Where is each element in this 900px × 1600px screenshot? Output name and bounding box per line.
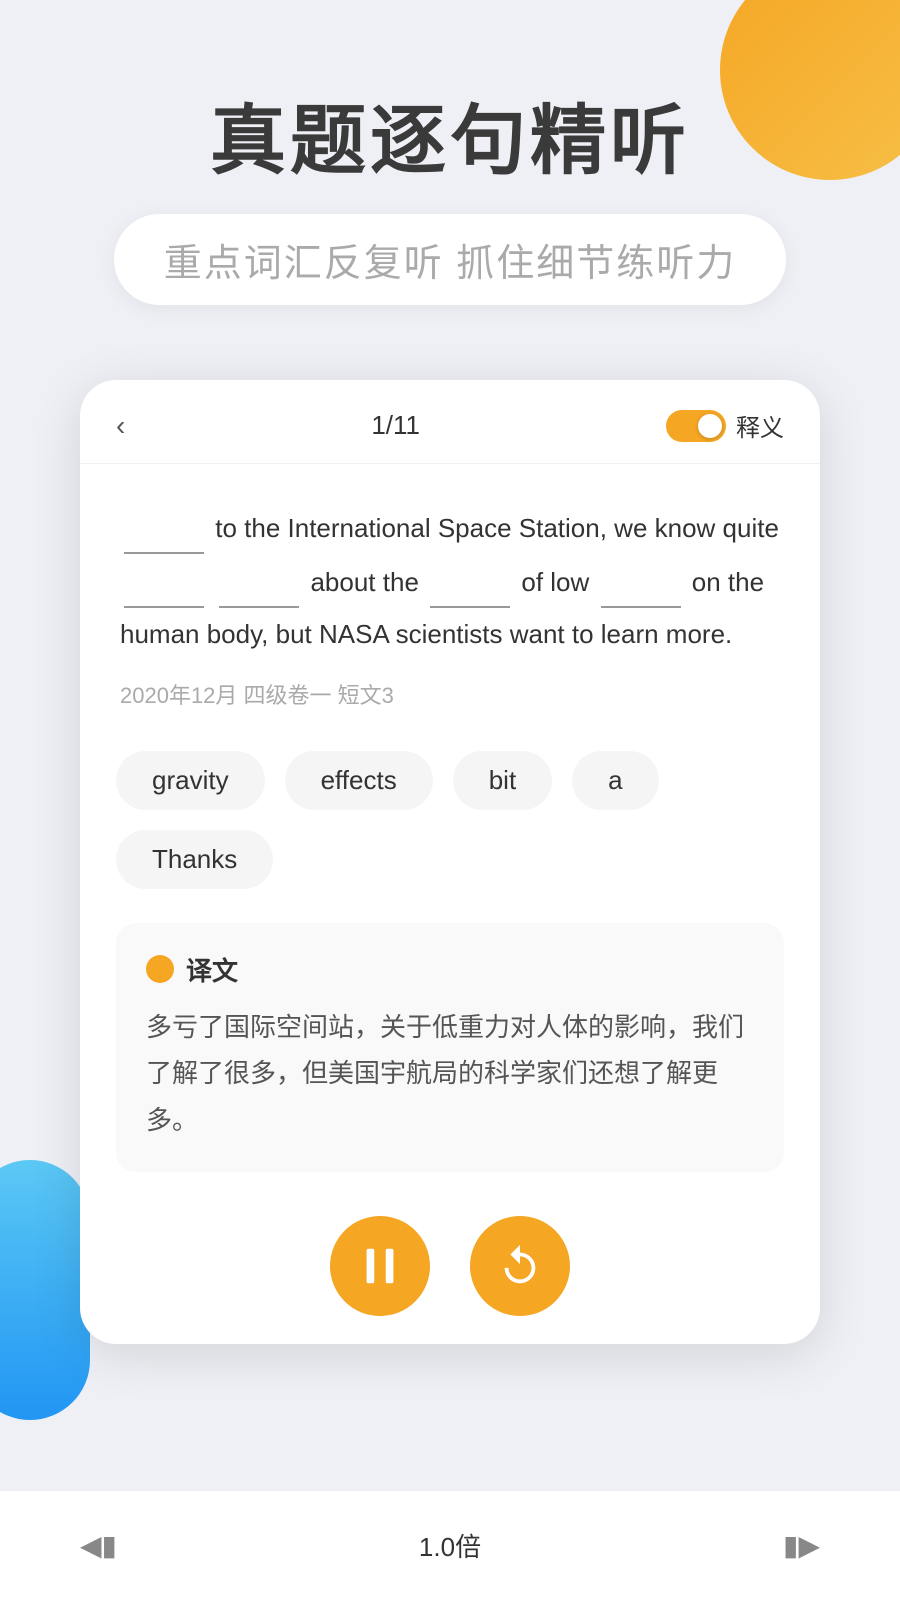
replay-icon [497,1243,543,1289]
chip-bit[interactable]: bit [453,751,552,810]
toggle-switch[interactable] [666,410,726,442]
sentence-part-1: to the International Space Station, we k… [215,513,779,543]
hero-subtitle-container: 重点词汇反复听 抓住细节练听力 [114,214,787,305]
sentence-part-2: about the [310,567,426,597]
blank-1 [124,500,204,554]
back-button[interactable]: ‹ [116,410,125,442]
speed-label[interactable]: 1.0倍 [419,1527,481,1564]
phone-card: ‹ 1/11 释义 to the International Space Sta… [80,380,820,1344]
translation-content: 多亏了国际空间站，关于低重力对人体的影响，我们了解了很多，但美国宇航局的科学家们… [146,1004,754,1144]
date-label: 2020年12月 四级卷一 短文3 [120,676,780,717]
progress-text: 1/11 [371,410,420,441]
hero-title: 真题逐句精听 [40,100,860,184]
translation-box: 译文 多亏了国际空间站，关于低重力对人体的影响，我们了解了很多，但美国宇航局的科… [116,923,784,1172]
blank-2 [124,554,204,608]
hero-subtitle: 重点词汇反复听 抓住细节练听力 [164,232,737,287]
prev-button[interactable]: ◀▮ [80,1529,117,1562]
toggle-area: 释义 [666,408,784,443]
toggle-label: 释义 [736,408,784,443]
hero-section: 真题逐句精听 重点词汇反复听 抓住细节练听力 [0,100,900,305]
card-header: ‹ 1/11 释义 [80,380,820,464]
deco-shape-blue [0,1160,90,1420]
chip-a[interactable]: a [572,751,658,810]
next-button[interactable]: ▮▶ [783,1529,820,1562]
sentence-part-3: of low [521,567,596,597]
chip-thanks[interactable]: Thanks [116,830,273,889]
orange-dot-icon [146,955,174,983]
replay-button[interactable] [470,1216,570,1316]
blank-3 [219,554,299,608]
chip-effects[interactable]: effects [285,751,433,810]
playback-controls [80,1196,820,1344]
sentence-area: to the International Space Station, we k… [80,464,820,741]
blank-4 [430,554,510,608]
pause-icon [357,1243,403,1289]
bottom-bar: ◀▮ 1.0倍 ▮▶ [0,1490,900,1600]
chip-gravity[interactable]: gravity [116,751,265,810]
word-chips: gravity effects bit a Thanks [80,741,820,913]
translation-header: 译文 [146,951,754,988]
blank-5 [601,554,681,608]
pause-button[interactable] [330,1216,430,1316]
translation-title: 译文 [186,951,238,988]
sentence-text: to the International Space Station, we k… [120,500,780,660]
